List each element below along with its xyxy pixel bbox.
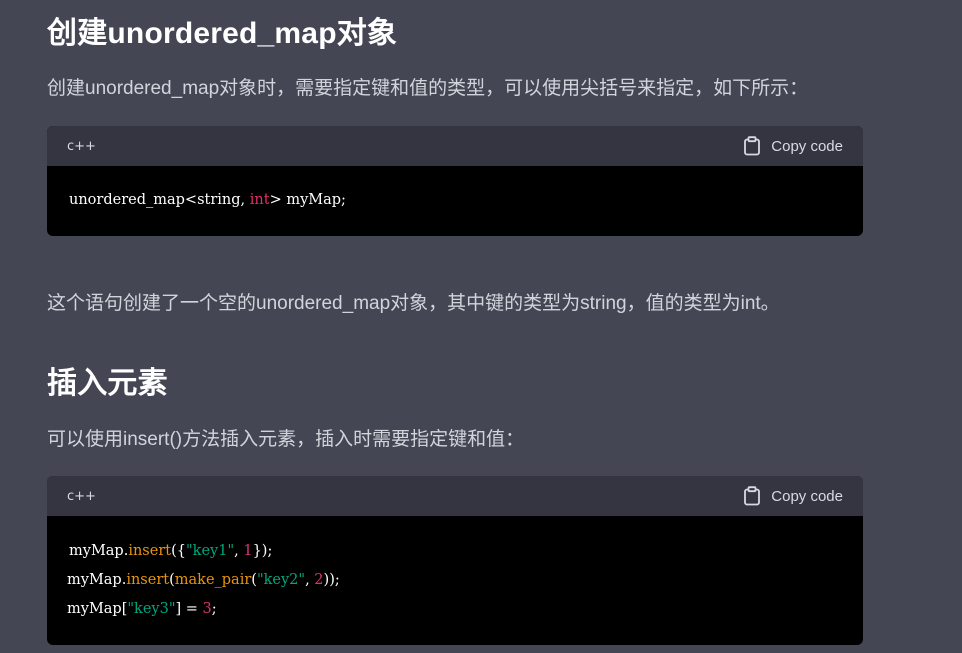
paragraph-create-explanation: 这个语句创建了一个空的unordered_map对象，其中键的类型为string… (47, 293, 780, 314)
copy-code-label: Copy code (771, 137, 843, 155)
code-body: unordered_map<string, int> myMap; (47, 166, 863, 215)
clipboard-icon (743, 486, 761, 506)
copy-code-button[interactable]: Copy code (743, 486, 843, 506)
code-body: myMap.insert({"key1", 1}); myMap.insert(… (47, 516, 863, 624)
code-token: , (234, 543, 244, 559)
code-token: ] = (175, 601, 203, 617)
code-token: > myMap; (269, 192, 346, 208)
code-line: unordered_map<string, int> myMap; (69, 186, 841, 215)
code-token: myMap. (69, 543, 129, 559)
code-language-label: c++ (67, 488, 96, 504)
code-token: ({ (171, 543, 186, 559)
code-token-string: "key1" (185, 543, 235, 559)
code-token-function: insert (126, 572, 170, 588)
code-token: ; (211, 601, 217, 617)
code-token: myMap. (67, 572, 127, 588)
copy-code-button[interactable]: Copy code (743, 136, 843, 156)
code-token: myMap[ (67, 601, 128, 617)
code-token-function: insert (128, 543, 172, 559)
code-token-function: make_pair (174, 572, 252, 588)
clipboard-icon (743, 136, 761, 156)
code-language-label: c++ (67, 138, 96, 154)
chat-message-content: 创建unordered_map对象 创建unordered_map对象时，需要指… (0, 0, 962, 653)
code-block-header: c++ Copy code (47, 126, 863, 166)
section-heading-insert: 插入元素 (47, 367, 168, 400)
code-block-header: c++ Copy code (47, 476, 863, 516)
code-token-number: 1 (243, 543, 253, 559)
paragraph-create-intro: 创建unordered_map对象时，需要指定键和值的类型，可以使用尖括号来指定… (47, 78, 809, 99)
code-token: }); (252, 543, 273, 559)
code-token: )); (323, 572, 340, 588)
code-token-string: "key2" (256, 572, 306, 588)
code-line: myMap["key3"] = 3; (67, 595, 841, 624)
paragraph-insert-intro: 可以使用insert()方法插入元素，插入时需要指定键和值： (47, 429, 525, 450)
code-token-keyword: int (249, 192, 270, 208)
code-token-number: 2 (314, 572, 324, 588)
code-token: , (305, 572, 315, 588)
code-token: unordered_map<string, (69, 192, 250, 208)
code-token-number: 3 (202, 601, 212, 617)
code-block-insert: c++ Copy code myMap.insert({"key1", 1});… (47, 476, 863, 645)
code-line: myMap.insert(make_pair("key2", 2)); (67, 566, 841, 595)
code-block-create: c++ Copy code unordered_map<string, int>… (47, 126, 863, 236)
copy-code-label: Copy code (771, 487, 843, 505)
code-token-string: "key3" (127, 601, 176, 617)
code-line: myMap.insert({"key1", 1}); (67, 537, 841, 566)
section-heading-create-map: 创建unordered_map对象 (47, 17, 398, 50)
